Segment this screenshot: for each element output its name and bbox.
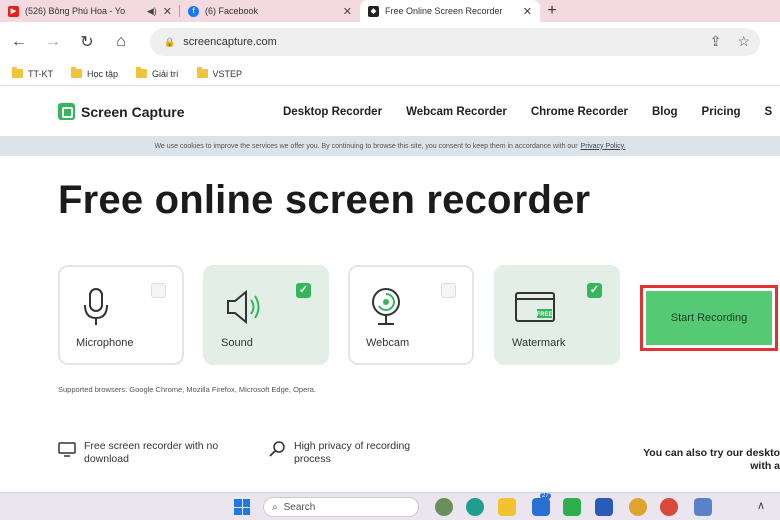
- line-app-icon[interactable]: [563, 498, 581, 516]
- nav-blog[interactable]: Blog: [652, 106, 678, 118]
- bookmark-folder[interactable]: VSTEP: [196, 67, 242, 79]
- nav-webcam-recorder[interactable]: Webcam Recorder: [406, 106, 507, 118]
- nav-desktop-recorder[interactable]: Desktop Recorder: [283, 106, 382, 118]
- new-tab-icon[interactable]: +: [540, 0, 564, 22]
- search-label: Search: [283, 501, 316, 513]
- feature-text: High privacy of recording: [294, 440, 411, 452]
- nav-more[interactable]: S: [765, 106, 773, 118]
- facebook-icon: f: [188, 5, 199, 17]
- monitor-icon: [58, 442, 76, 457]
- browser-toolbar: ← → ↻ ⌂ 🔒 screencapture.com ⇪ ☆: [0, 22, 780, 62]
- lock-icon[interactable]: 🔒: [164, 37, 175, 48]
- site-header: Screen Capture Desktop Recorder Webcam R…: [0, 92, 780, 134]
- youtube-icon: ▶: [8, 5, 19, 17]
- site-logo[interactable]: Screen Capture: [58, 103, 184, 120]
- option-watermark[interactable]: FREE ✓ Watermark: [494, 265, 620, 365]
- option-label: Microphone: [76, 337, 134, 349]
- speaker-icon: [227, 289, 260, 325]
- close-tab-icon[interactable]: ✕: [523, 5, 532, 18]
- option-sound[interactable]: ✓ Sound: [203, 265, 329, 365]
- bookmark-folder[interactable]: Học tập: [71, 67, 118, 79]
- option-label: Webcam: [366, 337, 410, 349]
- option-label: Watermark: [512, 337, 566, 349]
- watermark-badge-text: FREE: [536, 312, 552, 318]
- chrome-profile-icon[interactable]: [660, 498, 678, 516]
- microphone-icon: [84, 288, 108, 325]
- forward-icon[interactable]: →: [36, 33, 70, 51]
- cookie-text: We use cookies to improve the services w…: [154, 142, 578, 150]
- bookmark-star-icon[interactable]: ☆: [737, 33, 750, 50]
- close-tab-icon[interactable]: ✕: [343, 5, 352, 18]
- folder-icon: [196, 67, 208, 78]
- feature-text: download: [84, 453, 129, 465]
- widgets-icon[interactable]: [435, 498, 453, 516]
- tab-screencapture[interactable]: ◆ Free Online Screen Recorder ✕: [360, 0, 540, 22]
- page-title: Free online screen recorder: [58, 178, 591, 222]
- bookmarks-bar: TT-KT Học tập Giải trí VSTEP: [0, 62, 780, 86]
- address-bar[interactable]: 🔒 screencapture.com ⇪ ☆: [150, 28, 760, 56]
- tab-title: (526) Bông Phú Hoa - Yo: [25, 6, 126, 16]
- logo-text: Screen Capture: [81, 103, 185, 120]
- watermark-checkbox[interactable]: ✓: [587, 283, 602, 298]
- webcam-checkbox[interactable]: [441, 283, 456, 298]
- option-label: Sound: [221, 337, 253, 349]
- tab-title: Free Online Screen Recorder: [385, 6, 503, 16]
- option-microphone[interactable]: Microphone: [58, 265, 184, 365]
- feature-no-download: Free screen recorder with no download: [58, 440, 218, 466]
- feature-text: Free screen recorder with no: [84, 440, 219, 452]
- close-tab-icon[interactable]: ✕: [163, 5, 172, 18]
- store-icon[interactable]: 27: [532, 493, 551, 516]
- bookmark-folder[interactable]: Giải trí: [136, 67, 179, 79]
- chrome-icon[interactable]: [629, 498, 647, 516]
- screencapture-logo-icon: [58, 103, 75, 120]
- search-icon: ⌕: [272, 501, 278, 513]
- notepad-icon[interactable]: [694, 498, 712, 516]
- supported-browsers-text: Supported browsers: Google Chrome, Mozil…: [58, 385, 317, 394]
- watermark-icon: FREE: [515, 292, 555, 322]
- webcam-icon: [372, 288, 400, 325]
- start-recording-highlight: Start Recording: [640, 285, 778, 351]
- folder-icon: [12, 67, 23, 78]
- feature-privacy: High privacy of recording process: [268, 440, 410, 466]
- back-icon[interactable]: ←: [2, 33, 36, 51]
- windows-start-icon[interactable]: [234, 499, 250, 515]
- privacy-policy-link[interactable]: Privacy Policy.: [581, 143, 626, 150]
- screencapture-icon: ◆: [368, 5, 379, 17]
- tab-title: (6) Facebook: [205, 6, 259, 16]
- url-text: screencapture.com: [183, 36, 277, 48]
- feature-text: process: [294, 453, 331, 465]
- microphone-checkbox[interactable]: [151, 283, 166, 298]
- sound-checkbox[interactable]: ✓: [296, 283, 311, 298]
- word-icon[interactable]: [595, 498, 613, 516]
- folder-icon: [136, 67, 148, 78]
- home-icon[interactable]: ⌂: [104, 33, 138, 51]
- desktop-app-promo: You can also try our deskto with a: [627, 447, 780, 473]
- file-explorer-icon[interactable]: [498, 498, 516, 516]
- option-webcam[interactable]: Webcam: [348, 265, 474, 365]
- bookmark-folder[interactable]: TT-KT: [12, 67, 53, 79]
- promo-text: with a: [750, 460, 780, 472]
- notification-badge: 27: [540, 493, 551, 499]
- reload-icon[interactable]: ↻: [70, 32, 104, 52]
- edge-icon[interactable]: [466, 498, 484, 516]
- nav-chrome-recorder[interactable]: Chrome Recorder: [531, 106, 628, 118]
- tab-youtube[interactable]: ▶ (526) Bông Phú Hoa - Yo ◀) ✕: [0, 0, 180, 22]
- chevron-up-icon[interactable]: ∧: [757, 499, 765, 512]
- start-recording-button[interactable]: Start Recording: [646, 291, 772, 345]
- nav-pricing[interactable]: Pricing: [702, 106, 741, 118]
- taskbar-search[interactable]: ⌕ Search: [263, 497, 419, 517]
- magnifier-icon: [269, 441, 285, 457]
- cookie-banner: We use cookies to improve the services w…: [0, 136, 780, 156]
- folder-icon: [71, 67, 82, 78]
- speaker-icon[interactable]: ◀): [147, 6, 157, 17]
- share-icon[interactable]: ⇪: [710, 33, 722, 50]
- tab-facebook[interactable]: f (6) Facebook ✕: [180, 0, 360, 22]
- windows-taskbar: ⌕ Search 27 ∧: [0, 492, 780, 520]
- tab-strip: ▶ (526) Bông Phú Hoa - Yo ◀) ✕ f (6) Fac…: [0, 0, 780, 22]
- promo-text: You can also try our deskto: [643, 447, 780, 459]
